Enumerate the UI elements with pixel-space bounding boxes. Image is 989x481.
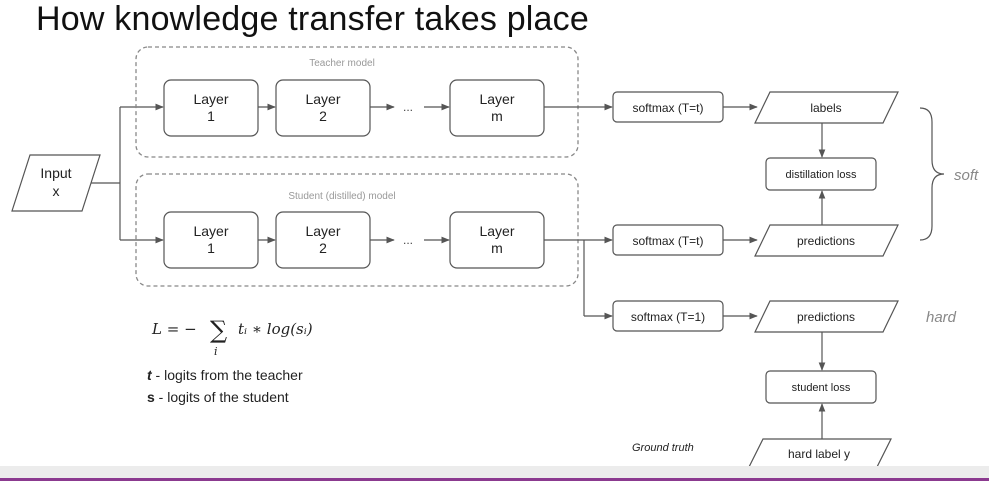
svg-text:2: 2 <box>319 108 327 124</box>
svg-text:Layer: Layer <box>479 223 514 239</box>
svg-text:Layer: Layer <box>305 91 340 107</box>
student-layer-2: Layer 2 <box>275 211 371 269</box>
loss-formula: L = − ∑ i tᵢ ∗ log(sᵢ) <box>151 316 313 358</box>
svg-text:softmax (T=1): softmax (T=1) <box>631 310 705 324</box>
distillation-loss-box: distillation loss <box>765 157 877 191</box>
svg-text:2: 2 <box>319 240 327 256</box>
formula-lhs: L = − <box>151 320 197 338</box>
input-node: Input x <box>11 154 101 212</box>
student-loss-box: student loss <box>765 370 877 404</box>
hard-label-text: hard <box>926 309 957 326</box>
student-ellipsis: ... <box>403 233 413 247</box>
svg-text:s - logits of the student: s - logits of the student <box>147 389 289 405</box>
svg-text:Layer: Layer <box>193 223 228 239</box>
softmax-teacher-box: softmax (T=t) <box>612 91 724 123</box>
student-layer-1: Layer 1 <box>163 211 259 269</box>
formula-sub: i <box>214 345 218 358</box>
svg-text:labels: labels <box>810 101 841 115</box>
svg-text:m: m <box>491 108 503 124</box>
soft-label: soft <box>954 167 979 184</box>
softmax-student-soft-box: softmax (T=t) <box>612 224 724 256</box>
svg-text:predictions: predictions <box>797 234 855 248</box>
svg-text:t - logits from the teacher: t - logits from the teacher <box>147 367 303 383</box>
svg-text:m: m <box>491 240 503 256</box>
soft-brace <box>919 107 945 241</box>
svg-text:Layer: Layer <box>193 91 228 107</box>
legend-s-symbol: s <box>147 389 155 405</box>
teacher-layer-m: Layer m <box>449 79 545 137</box>
legend-s-text: - logits of the student <box>155 389 289 405</box>
svg-text:Layer: Layer <box>479 91 514 107</box>
student-caption: Student (distilled) model <box>288 191 395 202</box>
input-label: Input <box>40 165 71 181</box>
formula-sum: ∑ <box>210 316 227 344</box>
svg-text:distillation loss: distillation loss <box>786 169 857 181</box>
input-var: x <box>53 183 60 199</box>
teacher-model-group: Teacher model Layer 1 Layer 2 ... Layer … <box>135 46 579 158</box>
svg-text:1: 1 <box>207 108 215 124</box>
hard-label-node: hard label y <box>748 438 892 466</box>
svg-text:hard label y: hard label y <box>788 447 850 461</box>
distillation-diagram: Input x Teacher model Layer 1 Layer 2 ..… <box>11 46 979 466</box>
svg-text:student loss: student loss <box>792 382 851 394</box>
labels-node: labels <box>754 91 899 124</box>
svg-text:Layer: Layer <box>305 223 340 239</box>
student-model-group: Student (distilled) model Layer 1 Layer … <box>135 173 579 287</box>
legend-t: t - logits from the teacher <box>147 367 303 383</box>
predictions-hard-node: predictions <box>754 300 899 333</box>
svg-text:softmax (T=t): softmax (T=t) <box>632 101 703 115</box>
svg-text:1: 1 <box>207 240 215 256</box>
formula-rhs: tᵢ ∗ log(sᵢ) <box>238 320 313 338</box>
teacher-ellipsis: ... <box>403 100 413 114</box>
ground-truth-label: Ground truth <box>632 442 694 454</box>
svg-text:softmax (T=t): softmax (T=t) <box>632 234 703 248</box>
legend-s: s - logits of the student <box>147 389 289 405</box>
legend-t-text: - logits from the teacher <box>152 367 303 383</box>
student-layer-m: Layer m <box>449 211 545 269</box>
teacher-layer-1: Layer 1 <box>163 79 259 137</box>
teacher-layer-2: Layer 2 <box>275 79 371 137</box>
softmax-student-hard-box: softmax (T=1) <box>612 300 724 332</box>
svg-text:predictions: predictions <box>797 310 855 324</box>
predictions-soft-node: predictions <box>754 224 899 257</box>
teacher-caption: Teacher model <box>309 58 375 69</box>
